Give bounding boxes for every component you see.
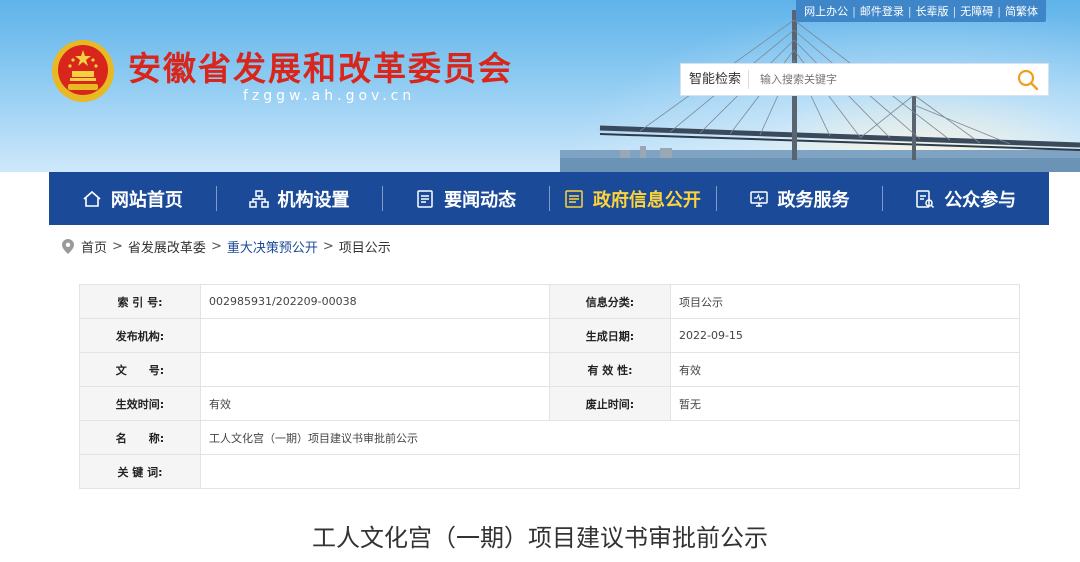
search-icon xyxy=(1017,69,1039,90)
participation-icon xyxy=(915,189,935,209)
validity-value: 有效 xyxy=(670,352,1020,387)
nav-item-news[interactable]: 要闻动态 xyxy=(382,172,549,225)
news-icon xyxy=(415,189,435,209)
nav-label: 网站首页 xyxy=(110,189,183,211)
home-icon xyxy=(82,189,102,209)
search-bar: 智能检索 xyxy=(680,63,1049,96)
table-row: 文 号: 有 效 性: 有效 xyxy=(79,352,1020,387)
publisher-value xyxy=(200,318,550,353)
nav-item-home[interactable]: 网站首页 xyxy=(49,172,216,225)
breadcrumb-separator: > xyxy=(322,239,334,254)
breadcrumb-home[interactable]: 首页 xyxy=(81,237,107,256)
table-row: 关 键 词: xyxy=(79,454,1020,489)
top-link-elderly-version[interactable]: 长辈版 xyxy=(916,3,949,19)
site-header: 网上办公 | 邮件登录 | 长辈版 | 无障碍 | 简繁体 安徽省发展和改革委员… xyxy=(0,0,1080,172)
nav-label: 政府信息公开 xyxy=(592,189,701,211)
table-row: 名 称: 工人文化宫（一期）项目建议书审批前公示 xyxy=(79,420,1020,455)
nav-label: 机构设置 xyxy=(277,189,350,211)
top-link-email-login[interactable]: 邮件登录 xyxy=(860,3,904,19)
breadcrumb-commission[interactable]: 省发展改革委 xyxy=(128,237,206,256)
nav-item-government-services[interactable]: 政务服务 xyxy=(715,172,883,225)
document-metadata-table: 索 引 号: 002985931/202209-00038 信息分类: 项目公示… xyxy=(79,284,1020,489)
separator: | xyxy=(907,4,912,18)
category-label: 信息分类: xyxy=(549,284,671,319)
site-domain: fzggw.ah.gov.cn xyxy=(243,88,416,104)
location-pin-icon xyxy=(62,239,74,254)
top-link-online-office[interactable]: 网上办公 xyxy=(804,3,848,19)
expiry-time-value: 暂无 xyxy=(670,386,1020,421)
date-value: 2022-09-15 xyxy=(670,318,1020,353)
search-button[interactable] xyxy=(1008,64,1048,95)
index-number-label: 索 引 号: xyxy=(79,284,201,319)
nav-item-public-participation[interactable]: 公众参与 xyxy=(882,172,1049,225)
index-number-value: 002985931/202209-00038 xyxy=(200,284,550,319)
keywords-label: 关 键 词: xyxy=(79,454,201,489)
name-value: 工人文化宫（一期）项目建议书审批前公示 xyxy=(200,420,1020,455)
service-monitor-icon xyxy=(749,189,769,209)
expiry-time-label: 废止时间: xyxy=(549,386,671,421)
nav-item-info-disclosure[interactable]: 政府信息公开 xyxy=(549,172,716,225)
category-value: 项目公示 xyxy=(670,284,1020,319)
article-title: 工人文化宫（一期）项目建议书审批前公示 xyxy=(312,524,768,552)
document-number-value xyxy=(200,352,550,387)
breadcrumb-separator: > xyxy=(210,239,222,254)
top-links-bar: 网上办公 | 邮件登录 | 长辈版 | 无障碍 | 简繁体 xyxy=(796,0,1046,22)
breadcrumb-major-decisions[interactable]: 重大决策预公开 xyxy=(227,237,318,256)
breadcrumb-current[interactable]: 项目公示 xyxy=(339,237,391,256)
top-link-accessibility[interactable]: 无障碍 xyxy=(960,3,993,19)
table-row: 索 引 号: 002985931/202209-00038 信息分类: 项目公示 xyxy=(79,284,1020,319)
nav-label: 公众参与 xyxy=(944,189,1017,211)
date-label: 生成日期: xyxy=(549,318,671,353)
publisher-label: 发布机构: xyxy=(79,318,201,353)
top-link-traditional-chinese[interactable]: 简繁体 xyxy=(1005,3,1038,19)
nav-item-organization[interactable]: 机构设置 xyxy=(215,172,383,225)
site-title[interactable]: 安徽省发展和改革委员会 xyxy=(128,42,513,90)
table-row: 发布机构: 生成日期: 2022-09-15 xyxy=(79,318,1020,353)
effective-time-value: 有效 xyxy=(200,386,550,421)
search-input[interactable] xyxy=(749,64,1008,95)
nav-label: 要闻动态 xyxy=(444,189,517,211)
validity-label: 有 效 性: xyxy=(549,352,671,387)
table-row: 生效时间: 有效 废止时间: 暂无 xyxy=(79,386,1020,421)
org-chart-icon xyxy=(248,189,269,209)
separator: | xyxy=(852,4,856,18)
keywords-value xyxy=(200,454,1020,489)
info-disclosure-icon xyxy=(564,189,584,209)
effective-time-label: 生效时间: xyxy=(79,386,201,421)
name-label: 名 称: xyxy=(79,420,201,455)
national-emblem-icon[interactable] xyxy=(50,38,116,104)
nav-label: 政务服务 xyxy=(777,189,850,211)
separator: | xyxy=(952,4,957,18)
breadcrumb-separator: > xyxy=(112,239,123,254)
main-navigation: 网站首页 机构设置 要闻动态 政府信息公开 政务服务 公众参与 xyxy=(49,172,1049,225)
separator: | xyxy=(997,4,1001,18)
smart-search-label: 智能检索 xyxy=(681,70,750,89)
breadcrumb: 首页 > 省发展改革委 > 重大决策预公开 > 项目公示 xyxy=(62,237,391,256)
document-number-label: 文 号: xyxy=(79,352,201,387)
